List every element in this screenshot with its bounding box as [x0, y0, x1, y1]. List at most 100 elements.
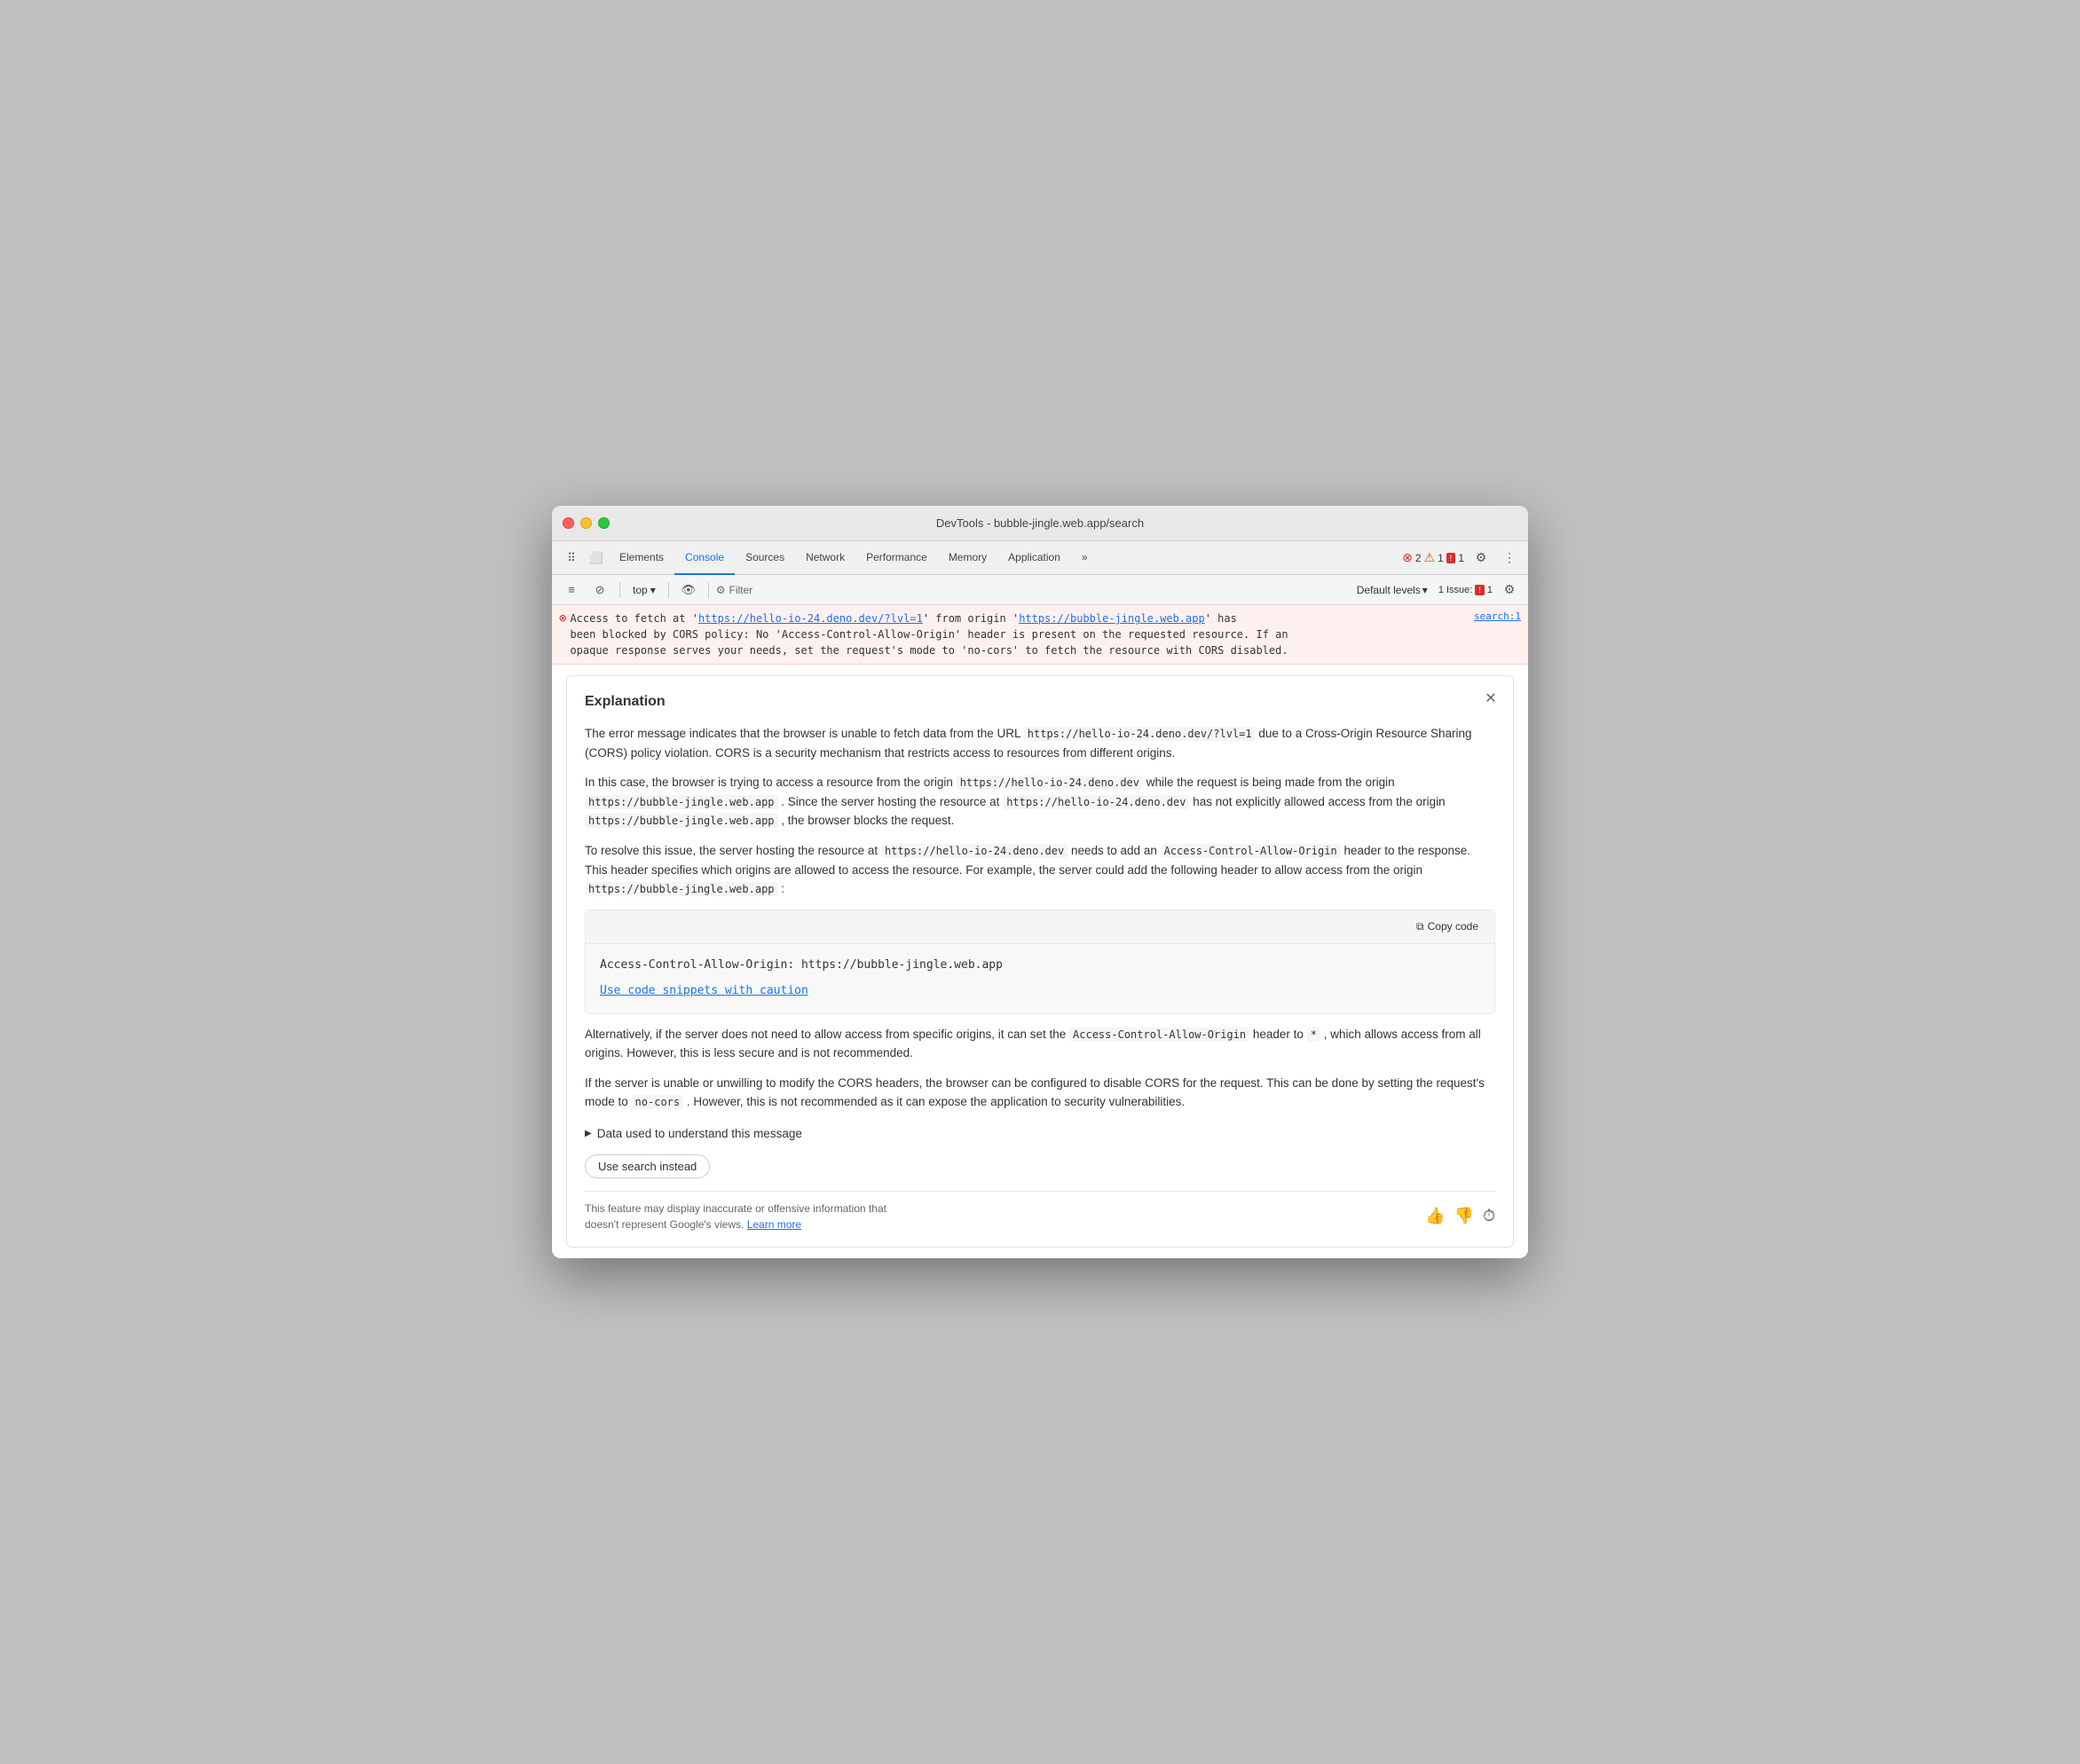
copy-icon: ⧉	[1416, 918, 1424, 935]
settings-icon[interactable]: ⚙	[1469, 547, 1493, 570]
caution-link[interactable]: Use code snippets with caution	[600, 984, 808, 997]
issues-text: 1 Issue:	[1438, 585, 1473, 595]
url3-code: https://bubble-jingle.web.app	[585, 795, 778, 809]
error-icon: ⊗	[1402, 550, 1413, 565]
tab-memory[interactable]: Memory	[938, 541, 997, 575]
url4-code: https://hello-io-24.deno.dev	[1003, 795, 1189, 809]
explanation-panel: Explanation ✕ The error message indicate…	[566, 675, 1514, 1247]
default-levels-arrow: ▾	[1422, 584, 1428, 596]
explanation-title: Explanation	[585, 690, 1495, 713]
eye-icon[interactable]: 👁	[676, 578, 701, 602]
data-used-toggle[interactable]: ▶ Data used to understand this message	[585, 1124, 1495, 1144]
learn-more-link[interactable]: Learn more	[747, 1218, 801, 1231]
copy-code-button[interactable]: ⧉ Copy code	[1409, 916, 1485, 938]
para2-2: while the request is being made from the…	[1146, 776, 1395, 789]
context-arrow: ▾	[650, 584, 656, 596]
filter-label: Filter	[729, 584, 752, 596]
maximize-button[interactable]	[598, 517, 610, 529]
traffic-lights	[563, 517, 610, 529]
explanation-para-5: If the server is unable or unwilling to …	[585, 1074, 1495, 1112]
code3-inline: *	[1307, 1028, 1320, 1042]
issues-badge: 1 Issue: ! 1	[1438, 585, 1493, 595]
toolbar-right: Default levels ▾ 1 Issue: ! 1 ⚙	[1351, 579, 1521, 602]
para2-3: . Since the server hosting the resource …	[781, 795, 999, 808]
para2-1: In this case, the browser is trying to a…	[585, 776, 953, 789]
toolbar-separator-1	[619, 582, 620, 598]
flag-icon[interactable]: ⏱	[1483, 1203, 1495, 1229]
toolbar-separator-3	[708, 582, 709, 598]
url5-code: https://bubble-jingle.web.app	[585, 814, 778, 828]
data-used-label: Data used to understand this message	[597, 1124, 802, 1144]
filter-icon: ⚙	[716, 584, 726, 596]
code-block-header: ⧉ Copy code	[586, 910, 1494, 944]
warning-icon: ⚠	[1424, 550, 1436, 565]
titlebar: DevTools - bubble-jingle.web.app/search	[552, 506, 1528, 541]
devtools-window: DevTools - bubble-jingle.web.app/search …	[552, 506, 1528, 1257]
use-search-container: Use search instead	[585, 1153, 1495, 1178]
issues-count: 1	[1487, 585, 1493, 595]
default-levels-selector[interactable]: Default levels ▾	[1351, 582, 1433, 598]
execution-context-selector[interactable]: top ▾	[627, 581, 661, 599]
url2-code: https://hello-io-24.deno.dev	[957, 776, 1143, 790]
tab-elements[interactable]: Elements	[609, 541, 674, 575]
tab-network[interactable]: Network	[795, 541, 855, 575]
explanation-para-3: To resolve this issue, the server hostin…	[585, 841, 1495, 899]
clear-console-icon[interactable]: ⊘	[587, 578, 612, 602]
tab-console[interactable]: Console	[674, 541, 735, 575]
disclaimer-prefix: This feature may display inaccurate or o…	[585, 1202, 886, 1231]
error-prefix: Access to fetch at '	[570, 612, 698, 625]
close-button[interactable]	[563, 517, 574, 529]
filter-area: ⚙ Filter	[716, 584, 1348, 596]
para5-2: . However, this is not recommended as it…	[687, 1095, 1185, 1108]
triangle-icon: ▶	[585, 1127, 592, 1141]
copy-code-label: Copy code	[1428, 918, 1478, 935]
console-settings-icon[interactable]: ⚙	[1498, 579, 1521, 602]
use-search-button[interactable]: Use search instead	[585, 1154, 710, 1178]
url1-code: https://hello-io-24.deno.dev/?lvl=1	[1024, 727, 1256, 741]
error-text-block: Access to fetch at 'https://hello-io-24.…	[570, 610, 1470, 658]
code4-inline: no-cors	[632, 1095, 684, 1109]
console-toolbar: ≡ ⊘ top ▾ 👁 ⚙ Filter Default levels ▾ 1 …	[552, 575, 1528, 605]
disclaimer: This feature may display inaccurate or o…	[585, 1191, 1495, 1232]
para1-text: The error message indicates that the bro…	[585, 727, 1020, 740]
url7-code: https://bubble-jingle.web.app	[585, 882, 778, 896]
window-title: DevTools - bubble-jingle.web.app/search	[936, 516, 1144, 530]
feedback-icons: 👍 👎 ⏱	[1425, 1203, 1495, 1229]
tab-performance[interactable]: Performance	[855, 541, 938, 575]
inspect-icon[interactable]: ⠿	[559, 546, 584, 571]
issue-count: 1	[1458, 552, 1464, 564]
code-content: Access-Control-Allow-Origin: https://bub…	[600, 957, 1480, 975]
explanation-close-button[interactable]: ✕	[1481, 689, 1501, 708]
minimize-button[interactable]	[580, 517, 592, 529]
sidebar-toggle-icon[interactable]: ≡	[559, 578, 584, 602]
error-source-link[interactable]: search:1	[1474, 610, 1521, 622]
error-count: 2	[1415, 552, 1422, 564]
device-toolbar-icon[interactable]: ⬜	[584, 546, 609, 571]
disclaimer-text: This feature may display inaccurate or o…	[585, 1201, 922, 1232]
tab-more[interactable]: »	[1071, 541, 1099, 575]
para2-5: , the browser blocks the request.	[781, 814, 954, 827]
tab-sources[interactable]: Sources	[735, 541, 795, 575]
tab-application[interactable]: Application	[997, 541, 1071, 575]
error-fetch-url[interactable]: https://hello-io-24.deno.dev/?lvl=1	[698, 612, 923, 625]
code-block-body: Access-Control-Allow-Origin: https://bub…	[586, 944, 1494, 1013]
para2-4: has not explicitly allowed access from t…	[1193, 795, 1445, 808]
error-origin-url[interactable]: https://bubble-jingle.web.app	[1019, 612, 1205, 625]
issue-icon: !	[1446, 553, 1456, 563]
para3-4: :	[781, 882, 784, 895]
tab-bar-right: ⊗ 2 ⚠ 1 ! 1 ⚙ ⋮	[1402, 547, 1521, 570]
error-circle-icon: ⊗	[559, 611, 566, 626]
code2-inline: Access-Control-Allow-Origin	[1069, 1028, 1249, 1042]
context-label: top	[633, 584, 648, 596]
code-block: ⧉ Copy code Access-Control-Allow-Origin:…	[585, 910, 1495, 1014]
thumbs-down-icon[interactable]: 👎	[1454, 1203, 1474, 1229]
thumbs-up-icon[interactable]: 👍	[1425, 1203, 1445, 1229]
devtools-tab-bar: ⠿ ⬜ Elements Console Sources Network Per…	[552, 541, 1528, 575]
para3-2: needs to add an	[1071, 844, 1157, 857]
more-options-icon[interactable]: ⋮	[1498, 547, 1521, 570]
code1-inline: Access-Control-Allow-Origin	[1161, 844, 1341, 858]
url6-code: https://hello-io-24.deno.dev	[881, 844, 1068, 858]
para4-1: Alternatively, if the server does not ne…	[585, 1028, 1066, 1041]
error-badge: ⊗ 2 ⚠ 1 ! 1	[1402, 550, 1464, 565]
toolbar-separator-2	[668, 582, 669, 598]
